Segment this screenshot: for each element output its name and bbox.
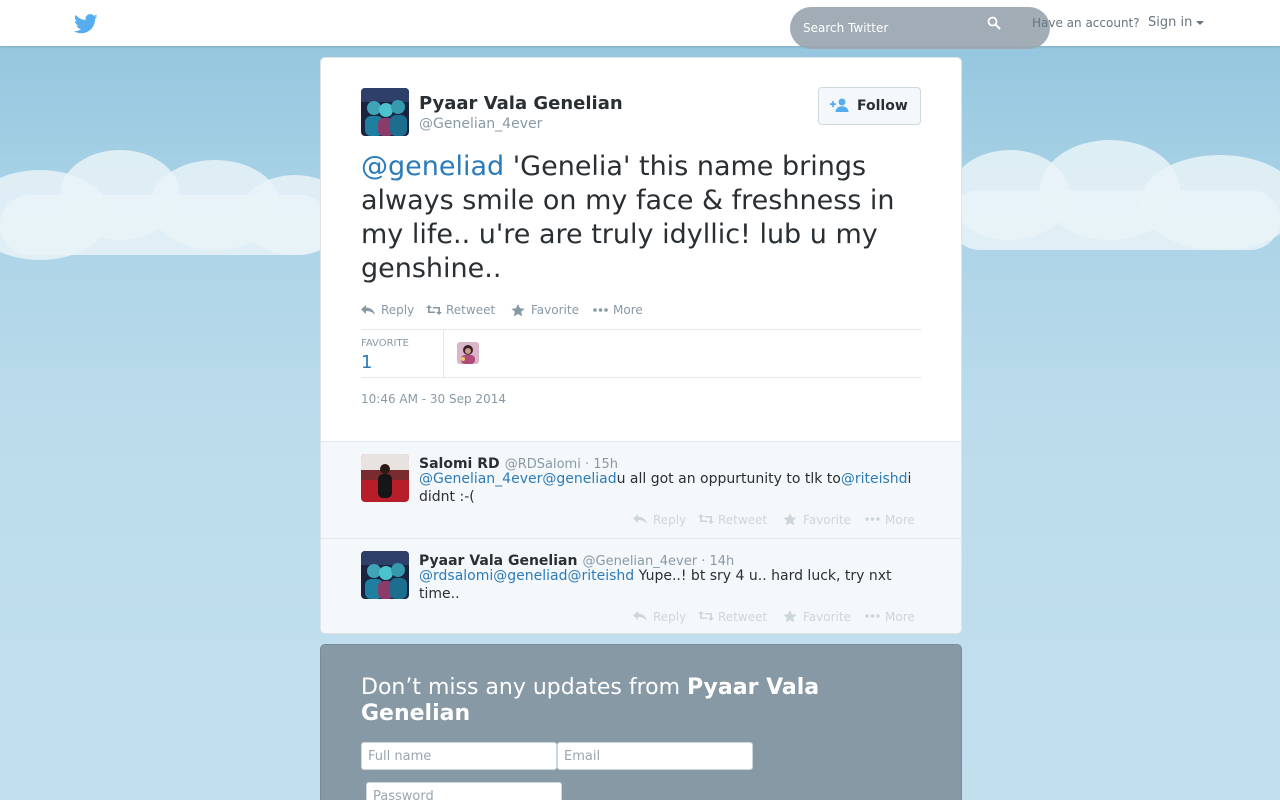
reply-icon xyxy=(633,514,647,524)
tweet-card: Pyaar Vala Genelian @Genelian_4ever Foll… xyxy=(320,57,962,634)
retweet-icon xyxy=(698,514,714,524)
more-label: More xyxy=(613,303,643,317)
follow-label: Follow xyxy=(857,98,908,114)
top-navigation-bar: Have an account? Sign in xyxy=(0,0,1280,49)
more-dots-icon xyxy=(865,614,880,618)
retweet-label: Retweet xyxy=(718,513,768,527)
signup-heading: Don’t miss any updates from Pyaar Vala G… xyxy=(361,675,881,727)
full-name-field[interactable] xyxy=(361,742,557,770)
replies-section: Salomi RD @RDSalomi · 15h @Genelian_4eve… xyxy=(321,441,961,633)
more-dots-icon xyxy=(593,308,608,312)
author-name[interactable]: Pyaar Vala Genelian xyxy=(419,93,623,114)
tweet-stats: FAVORITE 1 xyxy=(361,329,921,378)
favorite-label: Favorite xyxy=(803,513,851,527)
reply-icon xyxy=(633,611,647,621)
caret-down-icon xyxy=(1196,20,1205,25)
sign-in-label: Sign in xyxy=(1148,15,1193,30)
favorite-stat-label: FAVORITE xyxy=(361,338,409,349)
search-box xyxy=(790,7,1050,49)
reply-item: Salomi RD @RDSalomi · 15h @Genelian_4eve… xyxy=(321,442,961,537)
author-handle[interactable]: @Genelian_4ever xyxy=(419,116,542,132)
retweet-label: Retweet xyxy=(718,610,768,624)
follow-button[interactable]: Follow xyxy=(818,87,921,125)
reply-body-text: u all got an oppurtunity to tlk to xyxy=(616,471,841,487)
reply-mention-link[interactable]: @geneliad xyxy=(542,471,616,487)
email-field[interactable] xyxy=(557,742,753,770)
reply-item: Pyaar Vala Genelian @Genelian_4ever · 14… xyxy=(321,538,961,633)
search-icon[interactable] xyxy=(987,16,1001,30)
reply-avatar[interactable] xyxy=(361,454,409,502)
have-account-text: Have an account? xyxy=(1032,16,1140,30)
star-icon xyxy=(511,304,525,317)
favorite-label: Favorite xyxy=(803,610,851,624)
more-label: More xyxy=(885,610,915,624)
reply-label: Reply xyxy=(381,303,415,317)
reply-mention-link[interactable]: @geneliad xyxy=(493,568,567,584)
retweet-label: Retweet xyxy=(446,303,496,317)
favorite-count[interactable]: 1 xyxy=(361,352,372,373)
star-icon xyxy=(783,513,797,526)
more-dots-icon xyxy=(865,517,880,521)
more-label: More xyxy=(885,513,915,527)
reply-label: Reply xyxy=(653,513,687,527)
stats-divider xyxy=(443,330,444,377)
tweet-timestamp[interactable]: 10:46 AM - 30 Sep 2014 xyxy=(361,392,506,406)
favorite-label: Favorite xyxy=(531,303,579,317)
reply-mention-link[interactable]: @Genelian_4ever xyxy=(419,471,542,487)
reply-mention-link[interactable]: @riteishd xyxy=(841,471,908,487)
author-avatar[interactable] xyxy=(361,88,409,136)
signup-box: Don’t miss any updates from Pyaar Vala G… xyxy=(320,644,962,800)
reply-mention-link[interactable]: @rdsalomi xyxy=(419,568,493,584)
search-input[interactable] xyxy=(803,19,983,37)
tweet-mention-link[interactable]: @geneliad xyxy=(361,151,504,182)
tweet-text: @geneliad 'Genelia' this name brings alw… xyxy=(361,150,931,286)
reply-avatar[interactable] xyxy=(361,551,409,599)
signup-heading-prefix: Don’t miss any updates from xyxy=(361,675,688,700)
star-icon xyxy=(783,610,797,623)
reply-label: Reply xyxy=(653,610,687,624)
password-field[interactable] xyxy=(366,782,562,800)
reply-icon xyxy=(361,305,375,315)
reply-text: @rdsalomi@geneliad@riteishd Yupe..! bt s… xyxy=(419,567,919,603)
favoriter-avatar[interactable] xyxy=(457,342,479,364)
twitter-bird-icon[interactable] xyxy=(74,13,98,35)
reply-mention-link[interactable]: @riteishd xyxy=(568,568,635,584)
retweet-icon xyxy=(698,611,714,621)
sign-in-link[interactable]: Sign in xyxy=(1148,15,1205,30)
retweet-icon xyxy=(426,305,442,315)
follow-person-icon xyxy=(830,98,849,112)
reply-text: @Genelian_4ever@geneliadu all got an opp… xyxy=(419,470,919,506)
